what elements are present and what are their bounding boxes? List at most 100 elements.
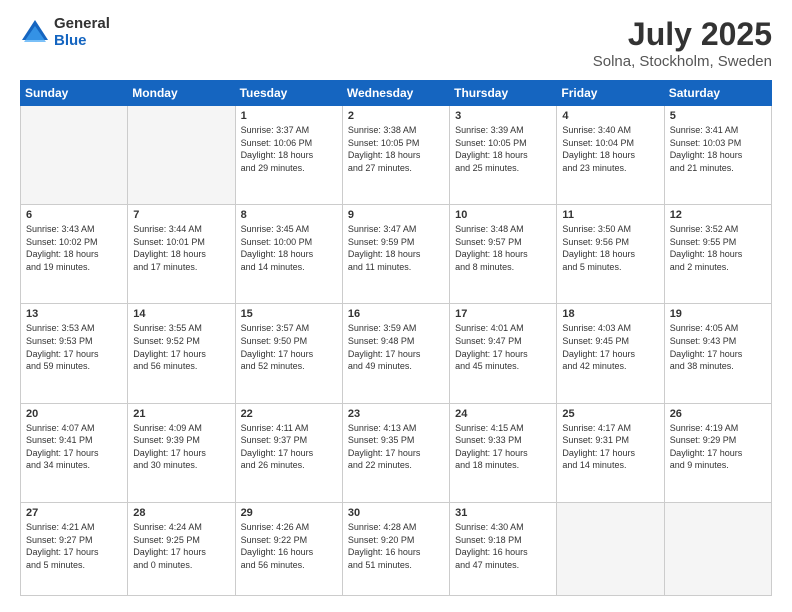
day-number: 24 [455, 408, 551, 420]
day-info: Sunrise: 4:03 AM Sunset: 9:45 PM Dayligh… [562, 322, 658, 372]
calendar-cell: 20 Sunrise: 4:07 AM Sunset: 9:41 PM Dayli… [21, 403, 128, 502]
logo: General Blue [20, 16, 110, 49]
day-number: 18 [562, 308, 658, 320]
weekday-header-row: Sunday Monday Tuesday Wednesday Thursday… [21, 81, 772, 106]
day-number: 11 [562, 209, 658, 221]
day-info: Sunrise: 4:09 AM Sunset: 9:39 PM Dayligh… [133, 422, 229, 472]
day-number: 1 [241, 110, 337, 122]
day-info: Sunrise: 4:17 AM Sunset: 9:31 PM Dayligh… [562, 422, 658, 472]
calendar-week-1: 1 Sunrise: 3:37 AM Sunset: 10:06 PM Dayli… [21, 106, 772, 205]
calendar-cell: 26 Sunrise: 4:19 AM Sunset: 9:29 PM Dayli… [664, 403, 771, 502]
day-info: Sunrise: 3:39 AM Sunset: 10:05 PM Daylig… [455, 124, 551, 174]
day-info: Sunrise: 3:40 AM Sunset: 10:04 PM Daylig… [562, 124, 658, 174]
day-number: 17 [455, 308, 551, 320]
calendar-cell: 2 Sunrise: 3:38 AM Sunset: 10:05 PM Dayli… [342, 106, 449, 205]
day-info: Sunrise: 3:53 AM Sunset: 9:53 PM Dayligh… [26, 322, 122, 372]
calendar-cell: 17 Sunrise: 4:01 AM Sunset: 9:47 PM Dayli… [450, 304, 557, 403]
day-number: 23 [348, 408, 444, 420]
calendar-cell: 7Sunrise: 3:44 AM Sunset: 10:01 PM Dayli… [128, 205, 235, 304]
day-info: Sunrise: 3:37 AM Sunset: 10:06 PM Daylig… [241, 124, 337, 174]
day-number: 4 [562, 110, 658, 122]
day-number: 19 [670, 308, 766, 320]
title-block: July 2025 Solna, Stockholm, Sweden [593, 16, 772, 70]
calendar-cell: 6 Sunrise: 3:43 AM Sunset: 10:02 PM Dayli… [21, 205, 128, 304]
day-number: 29 [241, 507, 337, 519]
day-info: Sunrise: 4:11 AM Sunset: 9:37 PM Dayligh… [241, 422, 337, 472]
day-info: Sunrise: 4:26 AM Sunset: 9:22 PM Dayligh… [241, 521, 337, 571]
calendar-cell: 10Sunrise: 3:48 AM Sunset: 9:57 PM Dayli… [450, 205, 557, 304]
calendar-location: Solna, Stockholm, Sweden [593, 53, 772, 70]
calendar-cell: 8 Sunrise: 3:45 AM Sunset: 10:00 PM Dayli… [235, 205, 342, 304]
calendar-cell: 3 Sunrise: 3:39 AM Sunset: 10:05 PM Dayli… [450, 106, 557, 205]
day-info: Sunrise: 4:01 AM Sunset: 9:47 PM Dayligh… [455, 322, 551, 372]
day-info: Sunrise: 3:57 AM Sunset: 9:50 PM Dayligh… [241, 322, 337, 372]
day-info: Sunrise: 3:44 AM Sunset: 10:01 PM Daylig… [133, 223, 229, 273]
day-number: 21 [133, 408, 229, 420]
day-number: 28 [133, 507, 229, 519]
day-number: 22 [241, 408, 337, 420]
day-number: 27 [26, 507, 122, 519]
day-info: Sunrise: 3:38 AM Sunset: 10:05 PM Daylig… [348, 124, 444, 174]
page: General Blue July 2025 Solna, Stockholm,… [0, 0, 792, 612]
day-number: 15 [241, 308, 337, 320]
logo-icon [20, 18, 50, 48]
day-number: 26 [670, 408, 766, 420]
day-number: 8 [241, 209, 337, 221]
calendar-week-3: 13 Sunrise: 3:53 AM Sunset: 9:53 PM Dayli… [21, 304, 772, 403]
calendar-cell: 28 Sunrise: 4:24 AM Sunset: 9:25 PM Dayli… [128, 502, 235, 595]
calendar-cell: 1 Sunrise: 3:37 AM Sunset: 10:06 PM Dayli… [235, 106, 342, 205]
calendar-title: July 2025 [593, 16, 772, 53]
day-info: Sunrise: 4:15 AM Sunset: 9:33 PM Dayligh… [455, 422, 551, 472]
calendar-cell: 13 Sunrise: 3:53 AM Sunset: 9:53 PM Dayli… [21, 304, 128, 403]
day-number: 25 [562, 408, 658, 420]
day-info: Sunrise: 3:43 AM Sunset: 10:02 PM Daylig… [26, 223, 122, 273]
day-number: 6 [26, 209, 122, 221]
day-info: Sunrise: 4:19 AM Sunset: 9:29 PM Dayligh… [670, 422, 766, 472]
day-number: 30 [348, 507, 444, 519]
calendar-cell: 29 Sunrise: 4:26 AM Sunset: 9:22 PM Dayli… [235, 502, 342, 595]
day-info: Sunrise: 4:30 AM Sunset: 9:18 PM Dayligh… [455, 521, 551, 571]
calendar-cell [128, 106, 235, 205]
calendar-cell: 21 Sunrise: 4:09 AM Sunset: 9:39 PM Dayli… [128, 403, 235, 502]
calendar-cell [21, 106, 128, 205]
day-info: Sunrise: 3:45 AM Sunset: 10:00 PM Daylig… [241, 223, 337, 273]
calendar-cell: 24 Sunrise: 4:15 AM Sunset: 9:33 PM Dayli… [450, 403, 557, 502]
calendar-cell: 18 Sunrise: 4:03 AM Sunset: 9:45 PM Dayli… [557, 304, 664, 403]
day-number: 2 [348, 110, 444, 122]
day-info: Sunrise: 3:52 AM Sunset: 9:55 PM Dayligh… [670, 223, 766, 273]
day-number: 31 [455, 507, 551, 519]
calendar-cell: 22 Sunrise: 4:11 AM Sunset: 9:37 PM Dayli… [235, 403, 342, 502]
day-info: Sunrise: 3:59 AM Sunset: 9:48 PM Dayligh… [348, 322, 444, 372]
day-info: Sunrise: 4:05 AM Sunset: 9:43 PM Dayligh… [670, 322, 766, 372]
day-info: Sunrise: 4:13 AM Sunset: 9:35 PM Dayligh… [348, 422, 444, 472]
day-number: 20 [26, 408, 122, 420]
header-tuesday: Tuesday [235, 81, 342, 106]
day-info: Sunrise: 4:24 AM Sunset: 9:25 PM Dayligh… [133, 521, 229, 571]
day-number: 14 [133, 308, 229, 320]
day-info: Sunrise: 3:47 AM Sunset: 9:59 PM Dayligh… [348, 223, 444, 273]
calendar-week-5: 27 Sunrise: 4:21 AM Sunset: 9:27 PM Dayli… [21, 502, 772, 595]
calendar-cell: 11 Sunrise: 3:50 AM Sunset: 9:56 PM Dayli… [557, 205, 664, 304]
logo-general-text: General [54, 16, 110, 33]
day-number: 5 [670, 110, 766, 122]
day-info: Sunrise: 3:50 AM Sunset: 9:56 PM Dayligh… [562, 223, 658, 273]
header-wednesday: Wednesday [342, 81, 449, 106]
calendar-cell: 4 Sunrise: 3:40 AM Sunset: 10:04 PM Dayli… [557, 106, 664, 205]
calendar-week-2: 6 Sunrise: 3:43 AM Sunset: 10:02 PM Dayli… [21, 205, 772, 304]
header-monday: Monday [128, 81, 235, 106]
calendar-cell: 15 Sunrise: 3:57 AM Sunset: 9:50 PM Dayli… [235, 304, 342, 403]
calendar-cell: 19 Sunrise: 4:05 AM Sunset: 9:43 PM Dayli… [664, 304, 771, 403]
day-info: Sunrise: 4:28 AM Sunset: 9:20 PM Dayligh… [348, 521, 444, 571]
day-info: Sunrise: 4:21 AM Sunset: 9:27 PM Dayligh… [26, 521, 122, 571]
day-number: 3 [455, 110, 551, 122]
calendar-table: Sunday Monday Tuesday Wednesday Thursday… [20, 80, 772, 596]
calendar-cell: 30 Sunrise: 4:28 AM Sunset: 9:20 PM Dayli… [342, 502, 449, 595]
day-info: Sunrise: 4:07 AM Sunset: 9:41 PM Dayligh… [26, 422, 122, 472]
day-number: 9 [348, 209, 444, 221]
calendar-cell: 27 Sunrise: 4:21 AM Sunset: 9:27 PM Dayli… [21, 502, 128, 595]
day-number: 13 [26, 308, 122, 320]
calendar-cell: 25 Sunrise: 4:17 AM Sunset: 9:31 PM Dayli… [557, 403, 664, 502]
calendar-week-4: 20 Sunrise: 4:07 AM Sunset: 9:41 PM Dayli… [21, 403, 772, 502]
calendar-cell: 16Sunrise: 3:59 AM Sunset: 9:48 PM Dayli… [342, 304, 449, 403]
calendar-cell [664, 502, 771, 595]
